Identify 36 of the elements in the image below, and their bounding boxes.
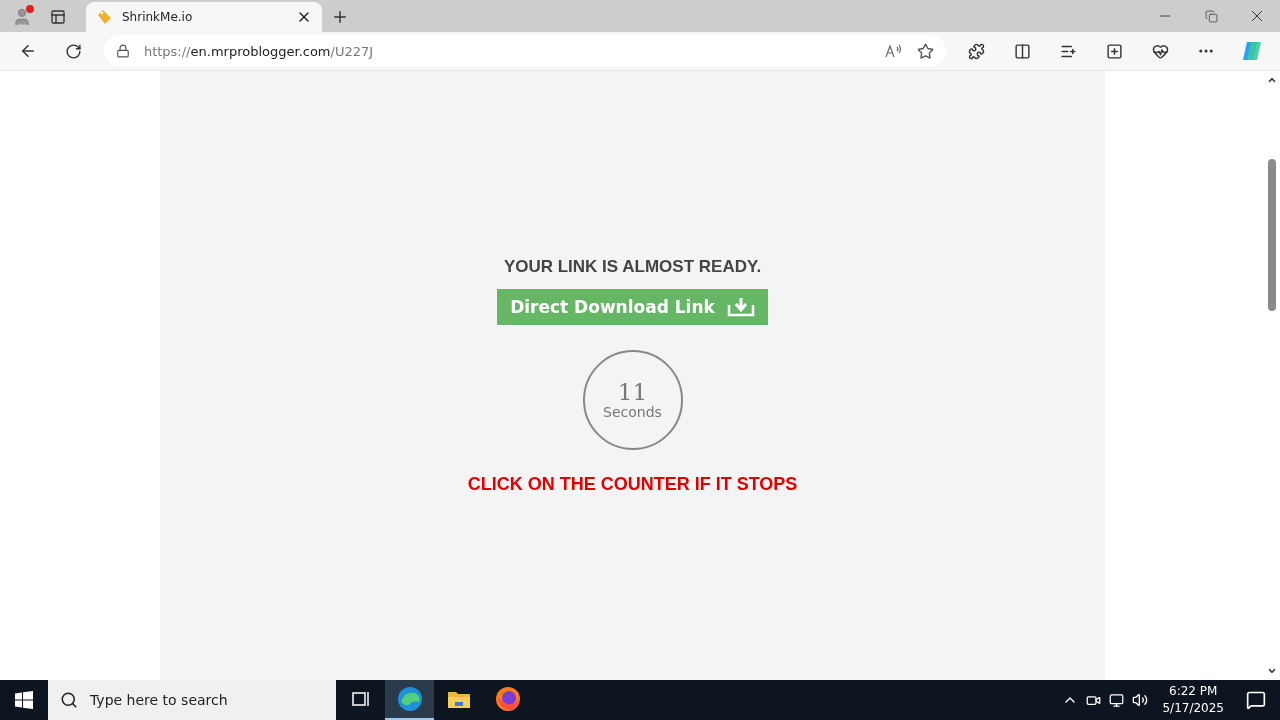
notifications-icon[interactable] <box>1246 690 1266 710</box>
profile-icon[interactable] <box>12 7 32 27</box>
windows-start-icon[interactable] <box>15 691 33 709</box>
heading: YOUR LINK IS ALMOST READY. <box>503 257 762 277</box>
taskbar-app[interactable] <box>385 680 434 720</box>
scroll-up-icon[interactable] <box>1267 75 1277 85</box>
puzzle-icon[interactable] <box>967 42 985 60</box>
countdown-counter[interactable]: 11 Seconds <box>582 350 683 450</box>
heart-pulse-icon[interactable] <box>1151 42 1169 60</box>
taskbar-search-field[interactable]: Type here to search <box>48 680 336 720</box>
refresh-icon[interactable] <box>65 42 83 60</box>
copilot-logo[interactable] <box>1241 40 1264 62</box>
lock-icon <box>115 44 130 58</box>
split-screen-icon[interactable] <box>1013 42 1031 60</box>
volume-icon[interactable] <box>1132 692 1149 708</box>
task-view-icon[interactable] <box>350 690 371 708</box>
scroll-down-icon[interactable] <box>1267 666 1277 676</box>
browser-tab[interactable]: ShrinkMe.io <box>86 2 322 32</box>
plus-icon[interactable] <box>331 8 349 26</box>
read-aloud-icon[interactable] <box>885 43 904 59</box>
network-icon[interactable] <box>1109 692 1125 708</box>
warning-text: CLICK ON THE COUNTER IF IT STOPS <box>467 474 798 495</box>
collections-icon[interactable] <box>1105 42 1123 60</box>
restore-icon[interactable] <box>1204 9 1218 23</box>
notification-dot-icon <box>26 5 34 13</box>
folder-icon[interactable] <box>446 689 471 709</box>
tag-icon <box>96 9 112 25</box>
tab-actions-icon[interactable] <box>50 9 66 25</box>
address-field[interactable]: https://en.mrproblogger.com/U227J <box>103 35 947 67</box>
clock[interactable]: 6:22 PM 5/17/2025 <box>1162 683 1224 717</box>
firefox-icon[interactable] <box>494 686 521 712</box>
edge-browser-icon[interactable] <box>396 686 423 712</box>
download-icon <box>726 297 755 317</box>
search-icon <box>60 691 78 709</box>
scrollbar-thumb[interactable] <box>1268 159 1276 311</box>
favorite-star-icon[interactable] <box>917 42 935 60</box>
